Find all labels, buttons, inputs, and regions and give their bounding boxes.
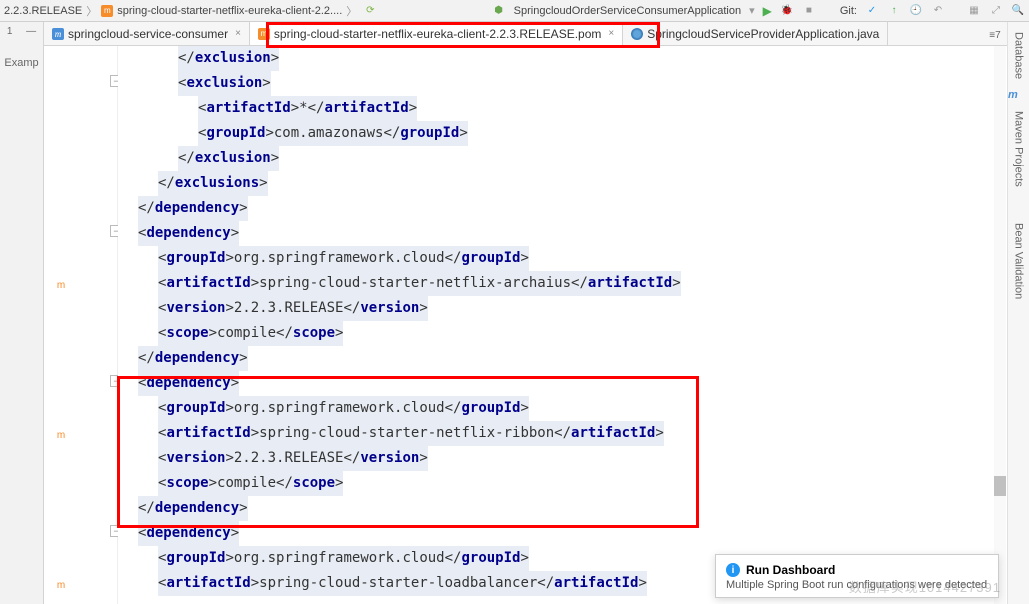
tab-eureka-pom[interactable]: m spring-cloud-starter-netflix-eureka-cl…	[250, 22, 623, 45]
editor-tabs: m springcloud-service-consumer × m sprin…	[0, 22, 1029, 46]
tool-window-bean-validation[interactable]: Bean Validation	[1013, 217, 1025, 299]
debug-button[interactable]: 🐞	[780, 4, 794, 18]
vcs-history-icon[interactable]: 🕘	[909, 4, 923, 18]
tab-label: spring-cloud-starter-netflix-eureka-clie…	[274, 27, 601, 41]
notification-title: Run Dashboard	[746, 563, 835, 577]
top-toolbar: 2.2.3.RELEASE 〉 m spring-cloud-starter-n…	[0, 0, 1029, 22]
close-icon[interactable]: ×	[235, 28, 241, 39]
right-tool-rail: Database m Maven Projects Bean Validatio…	[1007, 22, 1029, 604]
search-icon[interactable]: 🔍	[1011, 4, 1025, 18]
tab-options-icon[interactable]: ≡7	[985, 27, 1005, 43]
breadcrumb-segment[interactable]: 2.2.3.RELEASE	[4, 5, 82, 17]
run-button[interactable]: ▶	[763, 4, 772, 18]
maven-icon: m	[1008, 83, 1029, 101]
tool-window-examples[interactable]: Examp	[0, 57, 43, 69]
run-config-icon: ⬢	[492, 4, 506, 18]
left-tool-strip: 1— Examp	[0, 22, 44, 604]
maven-icon: m	[52, 28, 64, 40]
vcs-commit-icon[interactable]: ↑	[887, 4, 901, 18]
tab-label: springcloud-service-consumer	[68, 27, 228, 41]
stop-button[interactable]: ■	[802, 4, 816, 18]
maven-gutter-icon[interactable]: m	[54, 428, 68, 442]
scrollbar-thumb[interactable]	[994, 476, 1006, 496]
expand-icon[interactable]: ⤢	[989, 4, 1003, 18]
watermark-text: 数据库实现1014427391	[849, 577, 1001, 596]
close-icon[interactable]: ×	[608, 28, 614, 39]
separator-icon: 〉	[346, 3, 357, 19]
tool-window-database[interactable]: Database	[1013, 26, 1025, 79]
java-class-icon	[631, 28, 643, 40]
info-icon: i	[726, 563, 740, 577]
chevron-down-icon[interactable]: ▾	[749, 4, 755, 17]
maven-gutter-icon[interactable]: m	[54, 278, 68, 292]
structure-icon[interactable]: ▦	[967, 4, 981, 18]
git-label: Git:	[840, 5, 857, 17]
error-stripe[interactable]	[994, 46, 1006, 604]
vcs-revert-icon[interactable]: ↶	[931, 4, 945, 18]
vcs-update-icon[interactable]: ✓	[865, 4, 879, 18]
code-editor[interactable]: </exclusion> <exclusion> <artifactId>*</…	[118, 46, 1007, 604]
tab-label: SpringcloudServiceProviderApplication.ja…	[647, 27, 879, 41]
tool-window-maven[interactable]: Maven Projects	[1013, 105, 1025, 187]
tool-indices: 1—	[0, 26, 43, 37]
separator-icon: 〉	[86, 3, 97, 19]
sync-icon[interactable]: ⟳	[363, 4, 377, 18]
pom-icon: m	[258, 28, 270, 40]
editor-gutter	[44, 46, 118, 604]
tab-provider-app[interactable]: SpringcloudServiceProviderApplication.ja…	[623, 22, 888, 45]
maven-gutter-icon[interactable]: m	[54, 578, 68, 592]
breadcrumb[interactable]: 2.2.3.RELEASE 〉 m spring-cloud-starter-n…	[4, 3, 357, 19]
tab-consumer[interactable]: m springcloud-service-consumer ×	[44, 22, 250, 45]
run-config-dropdown[interactable]: SpringcloudOrderServiceConsumerApplicati…	[514, 5, 741, 17]
breadcrumb-segment[interactable]: spring-cloud-starter-netflix-eureka-clie…	[117, 5, 342, 17]
file-type-icon: m	[101, 5, 113, 17]
